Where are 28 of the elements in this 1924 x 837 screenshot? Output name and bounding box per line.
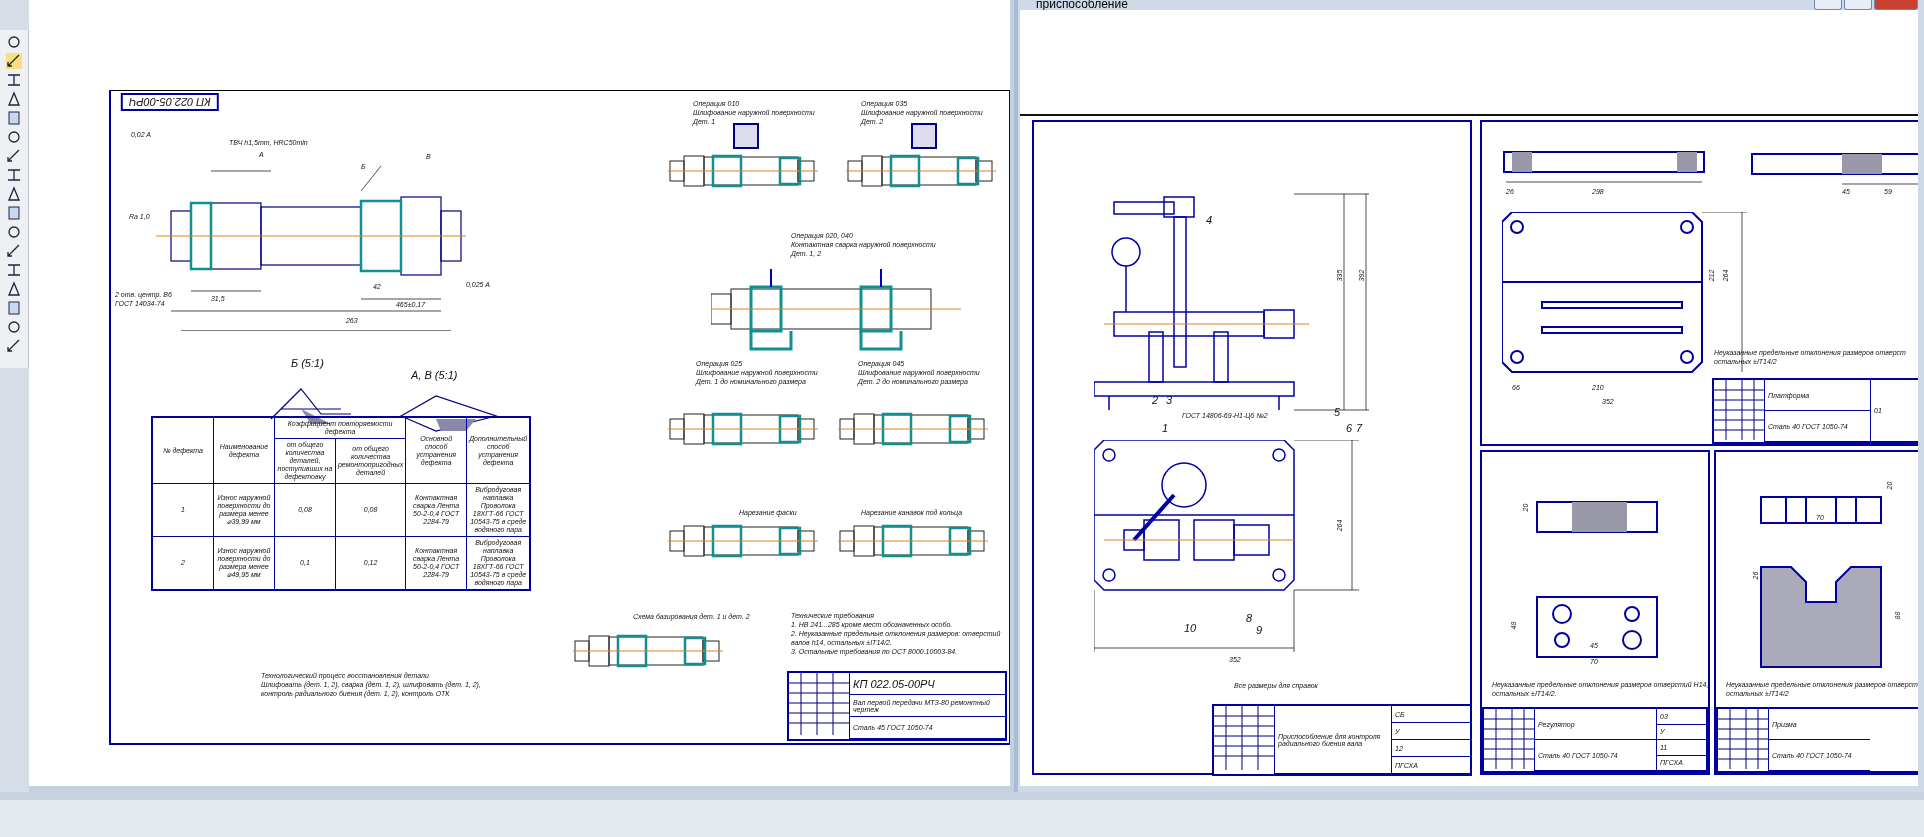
- grinding-wheel-icon: [908, 121, 939, 151]
- part-number: 3: [1166, 394, 1173, 406]
- part-number: 2: [1152, 394, 1159, 406]
- triangle-tool-icon[interactable]: [6, 129, 22, 145]
- view-label: А, В (5:1): [410, 369, 458, 381]
- part-number: 8: [1246, 612, 1253, 624]
- title-block-grid: [788, 673, 849, 735]
- part-number: 10: [1184, 622, 1197, 634]
- title-block-grid: [1714, 380, 1764, 440]
- part-number: 5: [1334, 406, 1341, 418]
- symbol-tool-icon[interactable]: [6, 72, 22, 88]
- title-block-grid: [1214, 706, 1274, 770]
- ellipse-tool-icon[interactable]: [6, 34, 22, 50]
- window-title: приспособление: [1035, 0, 1128, 10]
- part-number: 9: [1256, 624, 1263, 636]
- part-number: 1: [1162, 422, 1169, 434]
- part-number: 6: [1346, 422, 1353, 434]
- dimension-tool-icon[interactable]: [6, 53, 22, 69]
- view-label: Б (5:1): [290, 357, 324, 369]
- title-block-grid: [1484, 709, 1534, 769]
- part-number: 4: [1206, 214, 1213, 226]
- drawing-code: КП 022.05-00РЧ: [848, 673, 1005, 695]
- maximize-button[interactable]: [1844, 0, 1872, 10]
- sheet-code: КП 022.05-00РЧ: [120, 93, 219, 111]
- part-number: 7: [1356, 422, 1363, 434]
- title-block-grid: [1718, 709, 1768, 769]
- minimize-button[interactable]: [1814, 0, 1842, 10]
- grinding-wheel-icon: [730, 121, 761, 151]
